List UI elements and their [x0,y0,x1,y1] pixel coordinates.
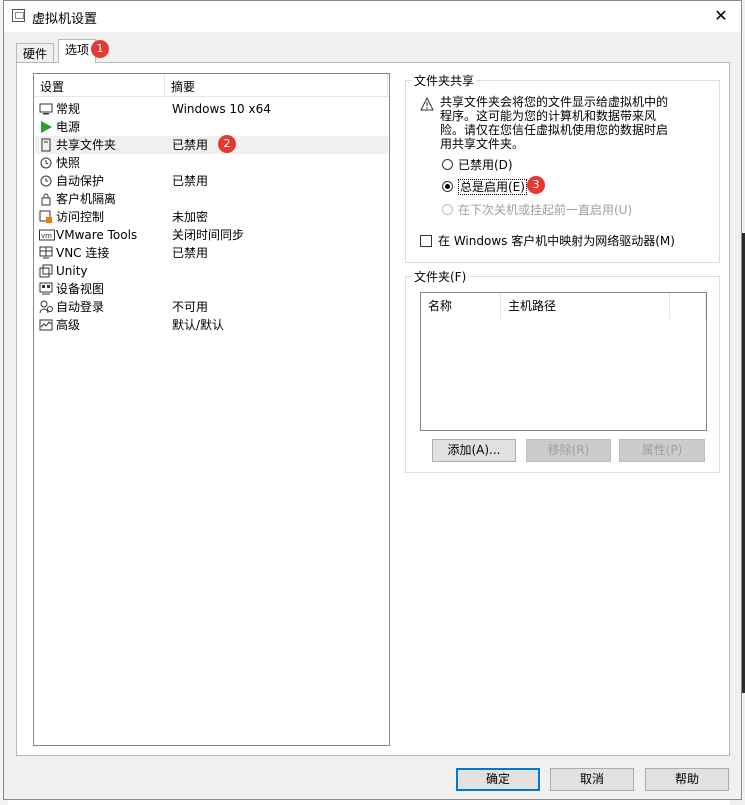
vmware-tools-icon: vm [39,228,55,242]
map-network-drive-label: 在 Windows 客户机中映射为网络驱动器(M) [438,234,675,248]
list-item-summary: Windows 10 x64 [172,102,271,116]
device-view-icon [39,282,53,296]
folders-group: 文件夹(F) 名称 主机路径 添加(A)... 移除(R) 属性(P) [405,268,720,473]
warning-icon [420,96,434,111]
list-item-power[interactable]: 电源 [35,118,388,136]
list-item-name: 客户机隔离 [56,192,117,206]
list-item-name: VNC 连接 [56,246,110,260]
list-item-summary: 不可用 [172,300,209,314]
list-item-vnc[interactable]: VNC 连接 已禁用 [35,244,388,262]
list-item-access-control[interactable]: 访问控制 未加密 [35,208,388,226]
folder-properties-button: 属性(P) [619,439,705,462]
vnc-icon [39,246,53,260]
list-item-name: VMware Tools [56,228,138,242]
list-item-advanced[interactable]: 高级 默认/默认 [35,316,388,334]
list-item-general[interactable]: 常规 Windows 10 x64 [35,100,388,118]
close-button[interactable]: ✕ [709,5,733,27]
autoprotect-icon [39,174,53,188]
options-tab-panel: 设置 摘要 常规 Windows 10 x64 电源 共享文件夹 已禁用 快照 [16,62,730,756]
play-icon [39,120,53,134]
list-item-name: 常规 [56,102,81,116]
window-title: 虚拟机设置 [32,12,98,27]
list-item-summary: 未加密 [172,210,209,224]
list-item-name: Unity [56,264,88,278]
vm-settings-dialog: 虚拟机设置 ✕ 硬件 选项 1 设置 摘要 常规 Windows 10 x64 … [3,0,742,800]
list-item-name: 自动登录 [56,300,105,314]
settings-list-header: 设置 摘要 [34,74,389,97]
list-item-summary: 默认/默认 [172,318,225,332]
radio-until-poweroff: 在下次关机或挂起前一直启用(U) [442,201,632,219]
advanced-icon [39,318,53,332]
list-item-name: 快照 [56,156,81,170]
folders-title: 文件夹(F) [412,268,469,285]
list-item-name: 高级 [56,318,81,332]
list-item-summary: 已禁用 [172,246,209,260]
remove-folder-button: 移除(R) [526,439,611,462]
radio-disabled-label: 已禁用(D) [458,158,513,172]
list-item-vmware-tools[interactable]: vm VMware Tools 关闭时间同步 [35,226,388,244]
step-badge-2: 2 [218,135,236,153]
radio-always-enabled[interactable]: 总是启用(E) [442,178,527,196]
column-header-name[interactable]: 名称 [421,293,501,319]
step-badge-3: 3 [527,176,545,194]
radio-always-enabled-label: 总是启用(E) [458,179,527,195]
list-item-autologin[interactable]: 自动登录 不可用 [35,298,388,316]
lock-icon [39,192,53,206]
column-header-summary[interactable]: 摘要 [165,74,388,96]
shared-folder-icon [39,138,53,152]
help-button[interactable]: 帮助 [645,768,729,791]
monitor-icon [39,102,53,116]
radio-until-poweroff-label: 在下次关机或挂起前一直启用(U) [458,203,633,217]
list-item-device-view[interactable]: 设备视图 [35,280,388,298]
step-badge-1: 1 [91,40,109,58]
vm-window-icon [12,9,25,22]
list-item-autoprotect[interactable]: 自动保护 已禁用 [35,172,388,190]
add-folder-button[interactable]: 添加(A)... [432,439,516,462]
column-header-spacer [670,293,706,319]
column-header-setting[interactable]: 设置 [34,74,165,96]
list-item-unity[interactable]: Unity [35,262,388,280]
title-bar[interactable]: 虚拟机设置 ✕ [4,1,741,32]
list-item-name: 自动保护 [56,174,105,188]
list-item-name: 访问控制 [56,210,105,224]
list-item-summary: 关闭时间同步 [172,228,245,242]
settings-list[interactable]: 设置 摘要 常规 Windows 10 x64 电源 共享文件夹 已禁用 快照 [33,73,390,746]
folder-sharing-title: 文件夹共享 [412,72,477,89]
list-item-name: 设备视图 [56,282,105,296]
autologin-icon [39,300,53,314]
map-network-drive-checkbox[interactable]: 在 Windows 客户机中映射为网络驱动器(M) [420,232,675,250]
list-item-name: 电源 [56,120,81,134]
ok-button[interactable]: 确定 [456,768,540,791]
column-header-host-path[interactable]: 主机路径 [501,293,670,319]
svg-text:vm: vm [41,232,52,240]
list-item-name: 共享文件夹 [56,138,117,152]
folder-sharing-warning: 共享文件夹会将您的文件显示给虚拟机中的程序。这可能为您的计算机和数据带来风险。请… [440,95,669,151]
list-item-guest-isolation[interactable]: 客户机隔离 [35,190,388,208]
cancel-button[interactable]: 取消 [550,768,634,791]
list-item-summary: 已禁用 [172,174,209,188]
list-item-summary: 已禁用 [172,138,209,152]
list-item-snapshots[interactable]: 快照 [35,154,388,172]
access-control-icon [39,210,53,224]
folders-table[interactable]: 名称 主机路径 [420,292,707,431]
list-item-shared-folders[interactable]: 共享文件夹 已禁用 [35,136,388,154]
radio-disabled[interactable]: 已禁用(D) [442,156,513,174]
tab-hardware[interactable]: 硬件 [16,43,55,63]
snapshot-icon [39,156,53,170]
folder-sharing-group: 文件夹共享 共享文件夹会将您的文件显示给虚拟机中的程序。这可能为您的计算机和数据… [405,72,720,263]
unity-icon [39,264,53,278]
